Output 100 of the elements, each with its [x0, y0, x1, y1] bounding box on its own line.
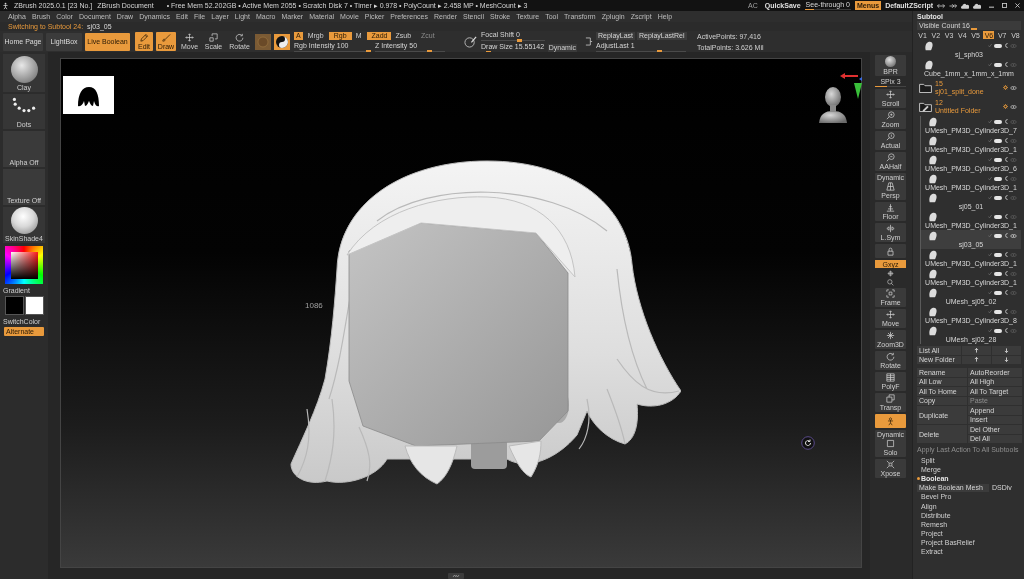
four-arrows-icon: [185, 33, 194, 42]
toggle-switch-icon[interactable]: [994, 214, 1002, 219]
mesh-thumbnail-icon: [928, 211, 938, 222]
frame-corners-icon: [886, 289, 895, 298]
four-arrows-icon: [886, 310, 895, 319]
collapse-tab-icon[interactable]: [448, 573, 464, 579]
mesh-thumbnail-icon: [928, 135, 938, 146]
gear-icon[interactable]: [1003, 104, 1008, 109]
symmetry-icon: [886, 224, 895, 233]
arrow-button[interactable]: [962, 355, 991, 364]
material-swatch-icon[interactable]: [255, 33, 271, 50]
toggle-switch-icon[interactable]: [994, 157, 1002, 162]
check-icon[interactable]: [988, 157, 992, 162]
mesh-thumbnail-icon: [928, 116, 938, 127]
figure-button[interactable]: [875, 414, 906, 428]
toggle-switch-icon[interactable]: [994, 176, 1002, 181]
lock-button[interactable]: [875, 244, 906, 258]
slider-knob[interactable]: [427, 49, 433, 53]
down-arrow-icon: [1004, 347, 1009, 353]
up-arrow-icon: [974, 347, 979, 353]
mesh-thumbnail-icon: [928, 325, 938, 336]
grid-icon: [886, 373, 895, 382]
check-icon[interactable]: [988, 214, 992, 219]
gear-icon[interactable]: [1003, 85, 1008, 90]
material-sphere-icon: [10, 207, 38, 234]
check-icon[interactable]: [988, 176, 992, 181]
mesh-thumbnail-icon: [924, 59, 934, 70]
mesh-thumbnail-icon: [928, 192, 938, 203]
rotate-icon[interactable]: [801, 436, 815, 450]
mesh-thumbnail-icon: [928, 306, 938, 317]
canvas-readout: 1086: [305, 302, 323, 310]
toggle-switch-icon[interactable]: [994, 290, 1002, 295]
four-arrows-icon: [886, 90, 895, 99]
perspective-grid-icon: [886, 182, 895, 191]
color-picker[interactable]: [5, 246, 43, 284]
color-swatch-icon[interactable]: [24, 296, 44, 315]
toggle-switch-icon[interactable]: [994, 195, 1002, 200]
floor-grid-icon: [886, 203, 895, 212]
close-icon[interactable]: [1015, 3, 1020, 8]
crosshair-icon[interactable]: [887, 270, 894, 277]
toggle-switch-icon[interactable]: [994, 328, 1002, 333]
magnifier-icon: [886, 153, 895, 162]
mesh-thumbnail-icon: [928, 173, 938, 184]
mesh-thumbnail-icon: [928, 287, 938, 298]
toggle-switch-icon[interactable]: [994, 119, 1002, 124]
slider-knob[interactable]: [516, 38, 522, 42]
up-arrow-icon: [974, 357, 979, 363]
check-icon[interactable]: [988, 43, 992, 48]
silhouette-thumbnail-icon: [63, 76, 114, 114]
figure-icon: [886, 416, 895, 426]
check-icon[interactable]: [988, 252, 992, 257]
color-swatch-icon[interactable]: [4, 296, 24, 315]
sphere-icon: [885, 56, 896, 67]
slider-knob[interactable]: [365, 49, 371, 53]
check-icon[interactable]: [988, 271, 992, 276]
toggle-switch-icon[interactable]: [994, 233, 1002, 238]
toggle-switch-icon[interactable]: [994, 309, 1002, 314]
figure-logo-icon: [2, 1, 9, 10]
rotate-icon: [886, 352, 895, 361]
arrows-icon[interactable]: [949, 2, 957, 9]
slider-knob[interactable]: [656, 49, 662, 53]
rotate-icon: [235, 33, 244, 42]
arrow-button[interactable]: [962, 346, 991, 355]
magnifier-icon: [886, 132, 895, 141]
down-arrow-icon: [1004, 357, 1009, 363]
arrow-button[interactable]: [992, 355, 1021, 364]
brush-circle-icon[interactable]: [464, 35, 477, 48]
toggle-switch-icon[interactable]: [994, 62, 1002, 67]
bracket-icon[interactable]: [585, 35, 593, 48]
check-icon[interactable]: [988, 138, 992, 143]
toggle-switch-icon[interactable]: [994, 43, 1002, 48]
overlapping-squares-icon: [886, 394, 895, 403]
check-icon[interactable]: [988, 62, 992, 67]
maximize-icon[interactable]: [1002, 3, 1007, 8]
check-icon[interactable]: [988, 328, 992, 333]
toggle-switch-icon[interactable]: [994, 252, 1002, 257]
folder-icon: [919, 101, 932, 112]
yin-yang-icon[interactable]: [274, 33, 290, 50]
folder-icon: [919, 82, 932, 93]
axis-gizmo-icon[interactable]: [840, 73, 862, 99]
arrows-icon[interactable]: [937, 2, 945, 9]
check-icon[interactable]: [988, 195, 992, 200]
asterisk-icon: [886, 331, 895, 340]
check-icon[interactable]: [988, 119, 992, 124]
square-icon: [886, 439, 895, 448]
toggle-switch-icon[interactable]: [994, 271, 1002, 276]
search-icon[interactable]: [887, 279, 894, 286]
mesh-thumbnail-icon: [928, 249, 938, 260]
brush-icon: [161, 33, 171, 42]
mesh-thumbnail-icon: [928, 230, 938, 241]
mesh-thumbnail-icon: [928, 268, 938, 279]
magnifier-icon: [886, 111, 895, 120]
lock-icon: [886, 246, 895, 256]
dots-icon: [12, 97, 36, 113]
toggle-switch-icon[interactable]: [994, 138, 1002, 143]
overlapping-squares-icon: [209, 33, 218, 42]
check-icon[interactable]: [988, 309, 992, 314]
check-icon[interactable]: [988, 290, 992, 295]
mesh-thumbnail-icon: [924, 40, 934, 51]
arrow-button[interactable]: [992, 346, 1021, 355]
